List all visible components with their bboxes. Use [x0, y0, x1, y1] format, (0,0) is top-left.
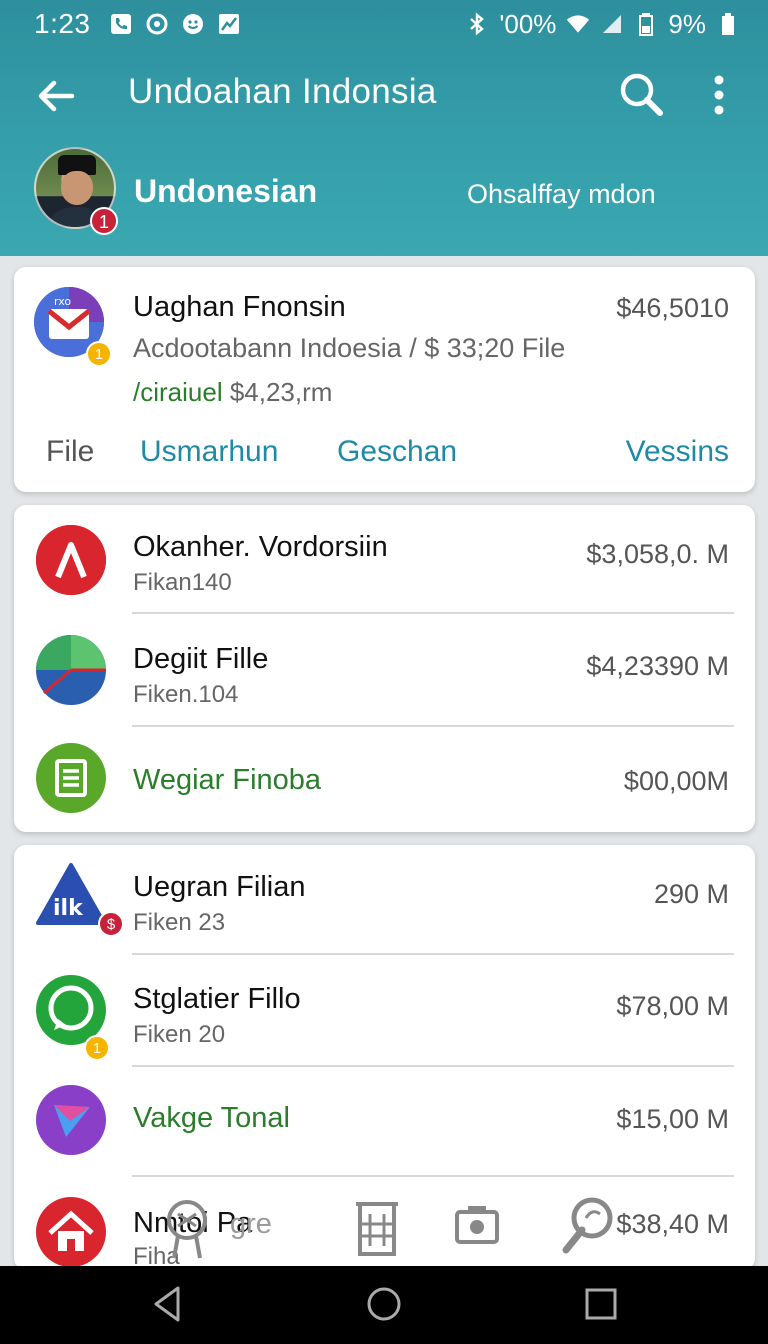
- profile-subtitle[interactable]: Ohsalffay mdon: [467, 179, 656, 210]
- divider: [132, 725, 734, 727]
- list-item-amount: $78,00 M: [616, 991, 729, 1021]
- file-list-card-1: Okanher. Vordorsiin Fikan140 $3,058,0. M…: [14, 505, 755, 832]
- list-item[interactable]: Degiit Fille Fiken.104 $4,23390 M: [14, 617, 755, 729]
- card-subtitle: Acdootabann Indoesia / $ 33;20 File: [133, 333, 566, 363]
- svg-text:rxo: rxo: [54, 295, 71, 308]
- list-item-subtitle: Fiken 20: [133, 1021, 226, 1048]
- nav-back-button[interactable]: [146, 1282, 190, 1326]
- award-icon[interactable]: [162, 1196, 212, 1259]
- search-button[interactable]: [616, 70, 666, 120]
- action-usmarhun[interactable]: Usmarhun: [140, 435, 278, 469]
- magnifier-icon[interactable]: [560, 1196, 613, 1256]
- list-item[interactable]: Wegiar Finoba $00,00M: [14, 729, 755, 841]
- list-item-subtitle: Fikan140: [133, 569, 232, 596]
- divider: [132, 953, 734, 955]
- list-item[interactable]: 1 Stglatier Fillo Fiken 20 $78,00 M: [14, 957, 755, 1069]
- avatar-notification-badge: 1: [90, 207, 118, 235]
- search-icon: [620, 73, 663, 116]
- divider: [132, 1065, 734, 1067]
- list-item-amount: 290 M: [653, 879, 729, 909]
- card-actions: File Usmarhun Geschan Vessins: [14, 429, 755, 479]
- paper-plane-icon: [36, 1085, 106, 1155]
- list-item-title: Degiit Fille: [133, 643, 269, 675]
- page-title: Undoahan Indonsia: [128, 72, 437, 111]
- sync-icon: [145, 12, 169, 36]
- list-item-amount: $00,00M: [623, 766, 729, 796]
- wifi-icon: [566, 12, 590, 36]
- nav-home-icon: [367, 1287, 401, 1321]
- nav-home-button[interactable]: [362, 1282, 406, 1326]
- svg-text:ilk: ilk: [53, 896, 84, 921]
- list-item-badge: 1: [84, 1035, 110, 1061]
- nav-recents-icon: [585, 1288, 617, 1320]
- divider: [132, 1175, 734, 1177]
- card-secondary-amount: $4,23,rm: [229, 377, 333, 407]
- bluetooth-icon: [465, 12, 489, 36]
- card-status-text: /ciraiuel: [133, 377, 223, 407]
- list-item-title: Vakge Tonal: [133, 1102, 290, 1134]
- list-item-title: Okanher. Vordorsiin: [133, 531, 388, 563]
- status-bar: 1:23 '00% 9%: [0, 0, 768, 48]
- list-item-badge: $: [98, 911, 124, 937]
- signal-percent: '00%: [499, 8, 557, 39]
- profile-row[interactable]: 1 Undonesian Ohsalffay mdon: [0, 145, 768, 241]
- system-nav-bar: [0, 1266, 768, 1344]
- toolbar: Undoahan Indonsia: [0, 58, 768, 134]
- profile-name: Undonesian: [134, 173, 318, 209]
- list-item-amount: $4,23390 M: [586, 651, 729, 681]
- list-item[interactable]: Okanher. Vordorsiin Fikan140 $3,058,0. M: [14, 505, 755, 617]
- divider: [132, 612, 734, 614]
- card-title: Uaghan Fnonsin: [133, 291, 346, 323]
- battery-icon: [716, 12, 740, 36]
- list-item-title: Wegiar Finoba: [133, 764, 322, 796]
- list-item-subtitle: Fiken 23: [133, 909, 226, 936]
- list-item-amount: $15,00 M: [616, 1104, 729, 1134]
- back-button[interactable]: [34, 74, 78, 118]
- action-file[interactable]: File: [46, 435, 94, 469]
- app-header: 1:23 '00% 9% Undoahan Indonsia 1 Undones…: [0, 0, 768, 256]
- ilk-logo-icon: ilk: [36, 863, 106, 933]
- card-secondary-line: /ciraiuel $4,23,rm: [133, 377, 332, 408]
- list-item-title: Stglatier Fillo: [133, 983, 301, 1015]
- emoji-icon: [181, 12, 205, 36]
- list-item-subtitle: Fiken.104: [133, 681, 239, 708]
- nav-back-icon: [154, 1286, 180, 1322]
- list-item-title: Uegran Filian: [133, 871, 306, 903]
- more-options-button[interactable]: [700, 70, 738, 120]
- mail-badge: 1: [86, 341, 112, 367]
- bottom-toolbar: gre: [0, 1190, 768, 1266]
- summary-card[interactable]: rxo 1 Uaghan Fnonsin $46,5010 Acdootaban…: [14, 267, 755, 492]
- bottom-toolbar-label: gre: [230, 1208, 272, 1240]
- list-item[interactable]: Vakge Tonal $15,00 M: [14, 1069, 755, 1181]
- list-item[interactable]: ilk $ Uegran Filian Fiken 23 290 M: [14, 845, 755, 957]
- camera-icon[interactable]: [454, 1196, 504, 1256]
- nav-recents-button[interactable]: [578, 1282, 622, 1326]
- action-geschan[interactable]: Geschan: [337, 435, 457, 469]
- triangle-a-icon: [36, 525, 106, 595]
- cell-signal-icon: [600, 12, 624, 36]
- card-amount: $46,5010: [616, 293, 729, 323]
- document-icon: [36, 743, 106, 813]
- list-item-amount: $3,058,0. M: [586, 539, 729, 569]
- chart-notification-icon: [217, 12, 241, 36]
- action-vessins[interactable]: Vessins: [626, 435, 729, 469]
- arrow-left-icon: [38, 80, 75, 112]
- status-time: 1:23: [34, 8, 91, 39]
- pie-chart-icon: [36, 635, 106, 705]
- building-icon[interactable]: [354, 1196, 404, 1256]
- battery-percent: 9%: [668, 8, 706, 39]
- more-vert-icon: [714, 75, 724, 115]
- phone-icon: [109, 12, 133, 36]
- battery-small-icon: [634, 12, 658, 36]
